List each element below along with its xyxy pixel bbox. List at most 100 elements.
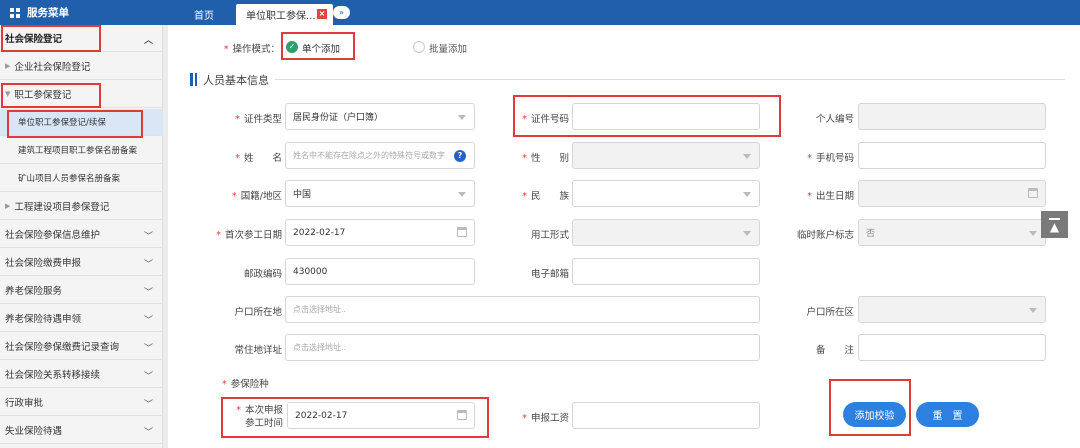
sidebar: 社会保险登记 ︿ ▶ 企业社会保险登记 ▼ 职工参保登记 单位职工参保登记/续保…	[0, 25, 163, 448]
postcode-label: 邮政编码	[243, 269, 282, 280]
email-label: 电子邮箱	[530, 269, 569, 280]
employment-label: 用工形式	[530, 230, 569, 241]
chevron-down-icon: ﹀	[143, 344, 153, 354]
check-icon[interactable]: ✓	[286, 41, 298, 53]
sidebar-item-relation-transfer[interactable]: 社会保险关系转移接续 ﹀	[0, 361, 163, 388]
gender-select[interactable]	[572, 142, 760, 169]
tab-employee-enrollment-label: 单位职工参保...	[246, 11, 316, 22]
person-no-label: 个人编号	[815, 114, 854, 125]
id-type-value: 居民身份证（户口簿）	[293, 113, 384, 123]
first-work-date-input[interactable]: 2022-02-17	[285, 219, 475, 246]
gender-label: * 性 别	[522, 153, 569, 164]
service-menu-title[interactable]: 服务菜单	[0, 0, 167, 25]
top-bar: 服务菜单 首页 单位职工参保... × »	[0, 0, 1080, 25]
hukou-address-input[interactable]: 点击选择地址..	[285, 296, 760, 323]
remark-label: 备 注	[815, 345, 854, 356]
triangle-down-icon: ▼	[5, 90, 11, 98]
id-type-select[interactable]: 居民身份证（户口簿）	[285, 103, 475, 130]
sidebar-item-label: 建筑工程项目职工参保名册备案	[18, 146, 138, 156]
mode-label: * 操作模式：	[223, 44, 280, 55]
section-title: 人员基本信息	[203, 74, 269, 87]
postcode-input[interactable]: 430000	[285, 258, 475, 285]
sidebar-item-label: 养老保险服务	[5, 286, 63, 297]
help-icon[interactable]: ?	[454, 150, 466, 162]
calendar-icon	[1028, 188, 1038, 198]
name-input[interactable]: 姓名中不能存在除点之外的特殊符号或数字 ?	[285, 142, 475, 169]
sidebar-item-label: 单位职工参保登记/续保	[18, 118, 106, 128]
sidebar-item-label: 社会保险关系转移接续	[5, 370, 101, 381]
nationality-label: * 国籍/地区	[232, 191, 282, 202]
chevron-down-icon: ﹀	[143, 260, 153, 270]
sidebar-item-construction-registration[interactable]: ▶ 工程建设项目参保登记	[0, 193, 163, 220]
sidebar-item-admin-approval[interactable]: 行政审批 ﹀	[0, 389, 163, 416]
sidebar-item-unemployment[interactable]: 失业保险待遇 ﹀	[0, 417, 163, 444]
temp-account-value: 否	[866, 229, 876, 239]
phone-input[interactable]	[858, 142, 1046, 169]
close-icon[interactable]: ×	[317, 9, 327, 19]
sidebar-item-info-maintenance[interactable]: 社会保险参保信息维护 ﹀	[0, 221, 163, 248]
chevron-up-icon: ︿	[143, 36, 153, 46]
sidebar-item-label: 养老保险待遇申领	[5, 314, 82, 325]
sidebar-item-label: 社会保险缴费申报	[5, 258, 82, 269]
hukou-district-label: 户口所在区	[806, 307, 854, 318]
name-label: * 姓 名	[235, 153, 282, 164]
sidebar-item-enterprise-registration[interactable]: ▶ 企业社会保险登记	[0, 53, 163, 80]
sidebar-item-label: 工程建设项目参保登记	[14, 202, 110, 213]
sidebar-item-employee-registration[interactable]: ▼ 职工参保登记	[0, 81, 163, 108]
sidebar-item-label: 失业保险待遇	[5, 426, 63, 437]
email-input[interactable]	[572, 258, 760, 285]
declare-time-input[interactable]: 2022-02-17	[287, 402, 475, 429]
chevron-down-icon: ﹀	[143, 400, 153, 410]
grid-icon	[10, 7, 20, 18]
nationality-select[interactable]: 中国	[285, 180, 475, 207]
sidebar-item-label: 职工参保登记	[14, 90, 72, 101]
chevron-down-icon: ﹀	[143, 372, 153, 382]
section-marker	[195, 73, 197, 86]
name-placeholder: 姓名中不能存在除点之外的特殊符号或数字	[293, 151, 445, 160]
service-menu-label: 服务菜单	[27, 7, 69, 19]
caret-down-icon	[743, 192, 751, 197]
employment-select[interactable]	[572, 219, 760, 246]
chevron-down-icon: ﹀	[143, 428, 153, 438]
caret-down-icon	[1029, 308, 1037, 313]
phone-label: * 手机号码	[807, 153, 854, 164]
person-no-input	[858, 103, 1046, 130]
caret-down-icon	[458, 192, 466, 197]
postcode-value: 430000	[293, 266, 328, 277]
hukou-district-select[interactable]	[858, 296, 1046, 323]
birth-label: * 出生日期	[807, 191, 854, 202]
hukou-address-label: 户口所在地	[234, 307, 282, 318]
caret-down-icon	[1029, 231, 1037, 236]
sidebar-item-mining-roster[interactable]: 矿山项目人员参保名册备案	[0, 165, 163, 192]
declare-wage-input[interactable]	[572, 402, 760, 429]
calendar-icon[interactable]	[457, 227, 467, 237]
sidebar-item-payment-record-query[interactable]: 社会保险参保缴费记录查询 ﹀	[0, 333, 163, 360]
sidebar-item-label: 社会保险登记	[5, 34, 63, 45]
sidebar-item-unit-employee-enrollment[interactable]: 单位职工参保登记/续保	[0, 109, 163, 136]
remark-input[interactable]	[858, 334, 1046, 361]
sidebar-item-label: 社会保险参保缴费记录查询	[5, 342, 120, 353]
id-number-input[interactable]	[572, 103, 760, 130]
chevron-down-icon: ﹀	[143, 288, 153, 298]
mode-single-label[interactable]: 单个添加	[302, 41, 340, 55]
caret-down-icon	[458, 115, 466, 120]
reset-button[interactable]: 重 置	[916, 402, 979, 427]
scroll-top-icon[interactable]: ▲	[1041, 211, 1068, 238]
declare-wage-label: * 申报工资	[522, 413, 569, 424]
more-tabs-icon[interactable]: »	[333, 6, 350, 19]
triangle-right-icon: ▶	[5, 202, 11, 210]
mode-batch-label[interactable]: 批量添加	[429, 41, 467, 55]
sidebar-item-payment-declaration[interactable]: 社会保险缴费申报 ﹀	[0, 249, 163, 276]
calendar-icon[interactable]	[457, 410, 467, 420]
tab-home[interactable]: 首页	[176, 4, 232, 25]
mode-batch-radio[interactable]	[413, 41, 425, 53]
sidebar-item-construction-roster[interactable]: 建筑工程项目职工参保名册备案	[0, 137, 163, 164]
ethnicity-select[interactable]	[572, 180, 760, 207]
sidebar-item-pension-claim[interactable]: 养老保险待遇申领 ﹀	[0, 305, 163, 332]
caret-down-icon	[743, 154, 751, 159]
sidebar-item-social-insurance-registration[interactable]: 社会保险登记 ︿	[0, 25, 163, 52]
residence-input[interactable]: 点击选择地址..	[285, 334, 760, 361]
validate-button[interactable]: 添加校验	[843, 402, 906, 427]
temp-account-select[interactable]: 否	[858, 219, 1046, 246]
sidebar-item-pension-service[interactable]: 养老保险服务 ﹀	[0, 277, 163, 304]
